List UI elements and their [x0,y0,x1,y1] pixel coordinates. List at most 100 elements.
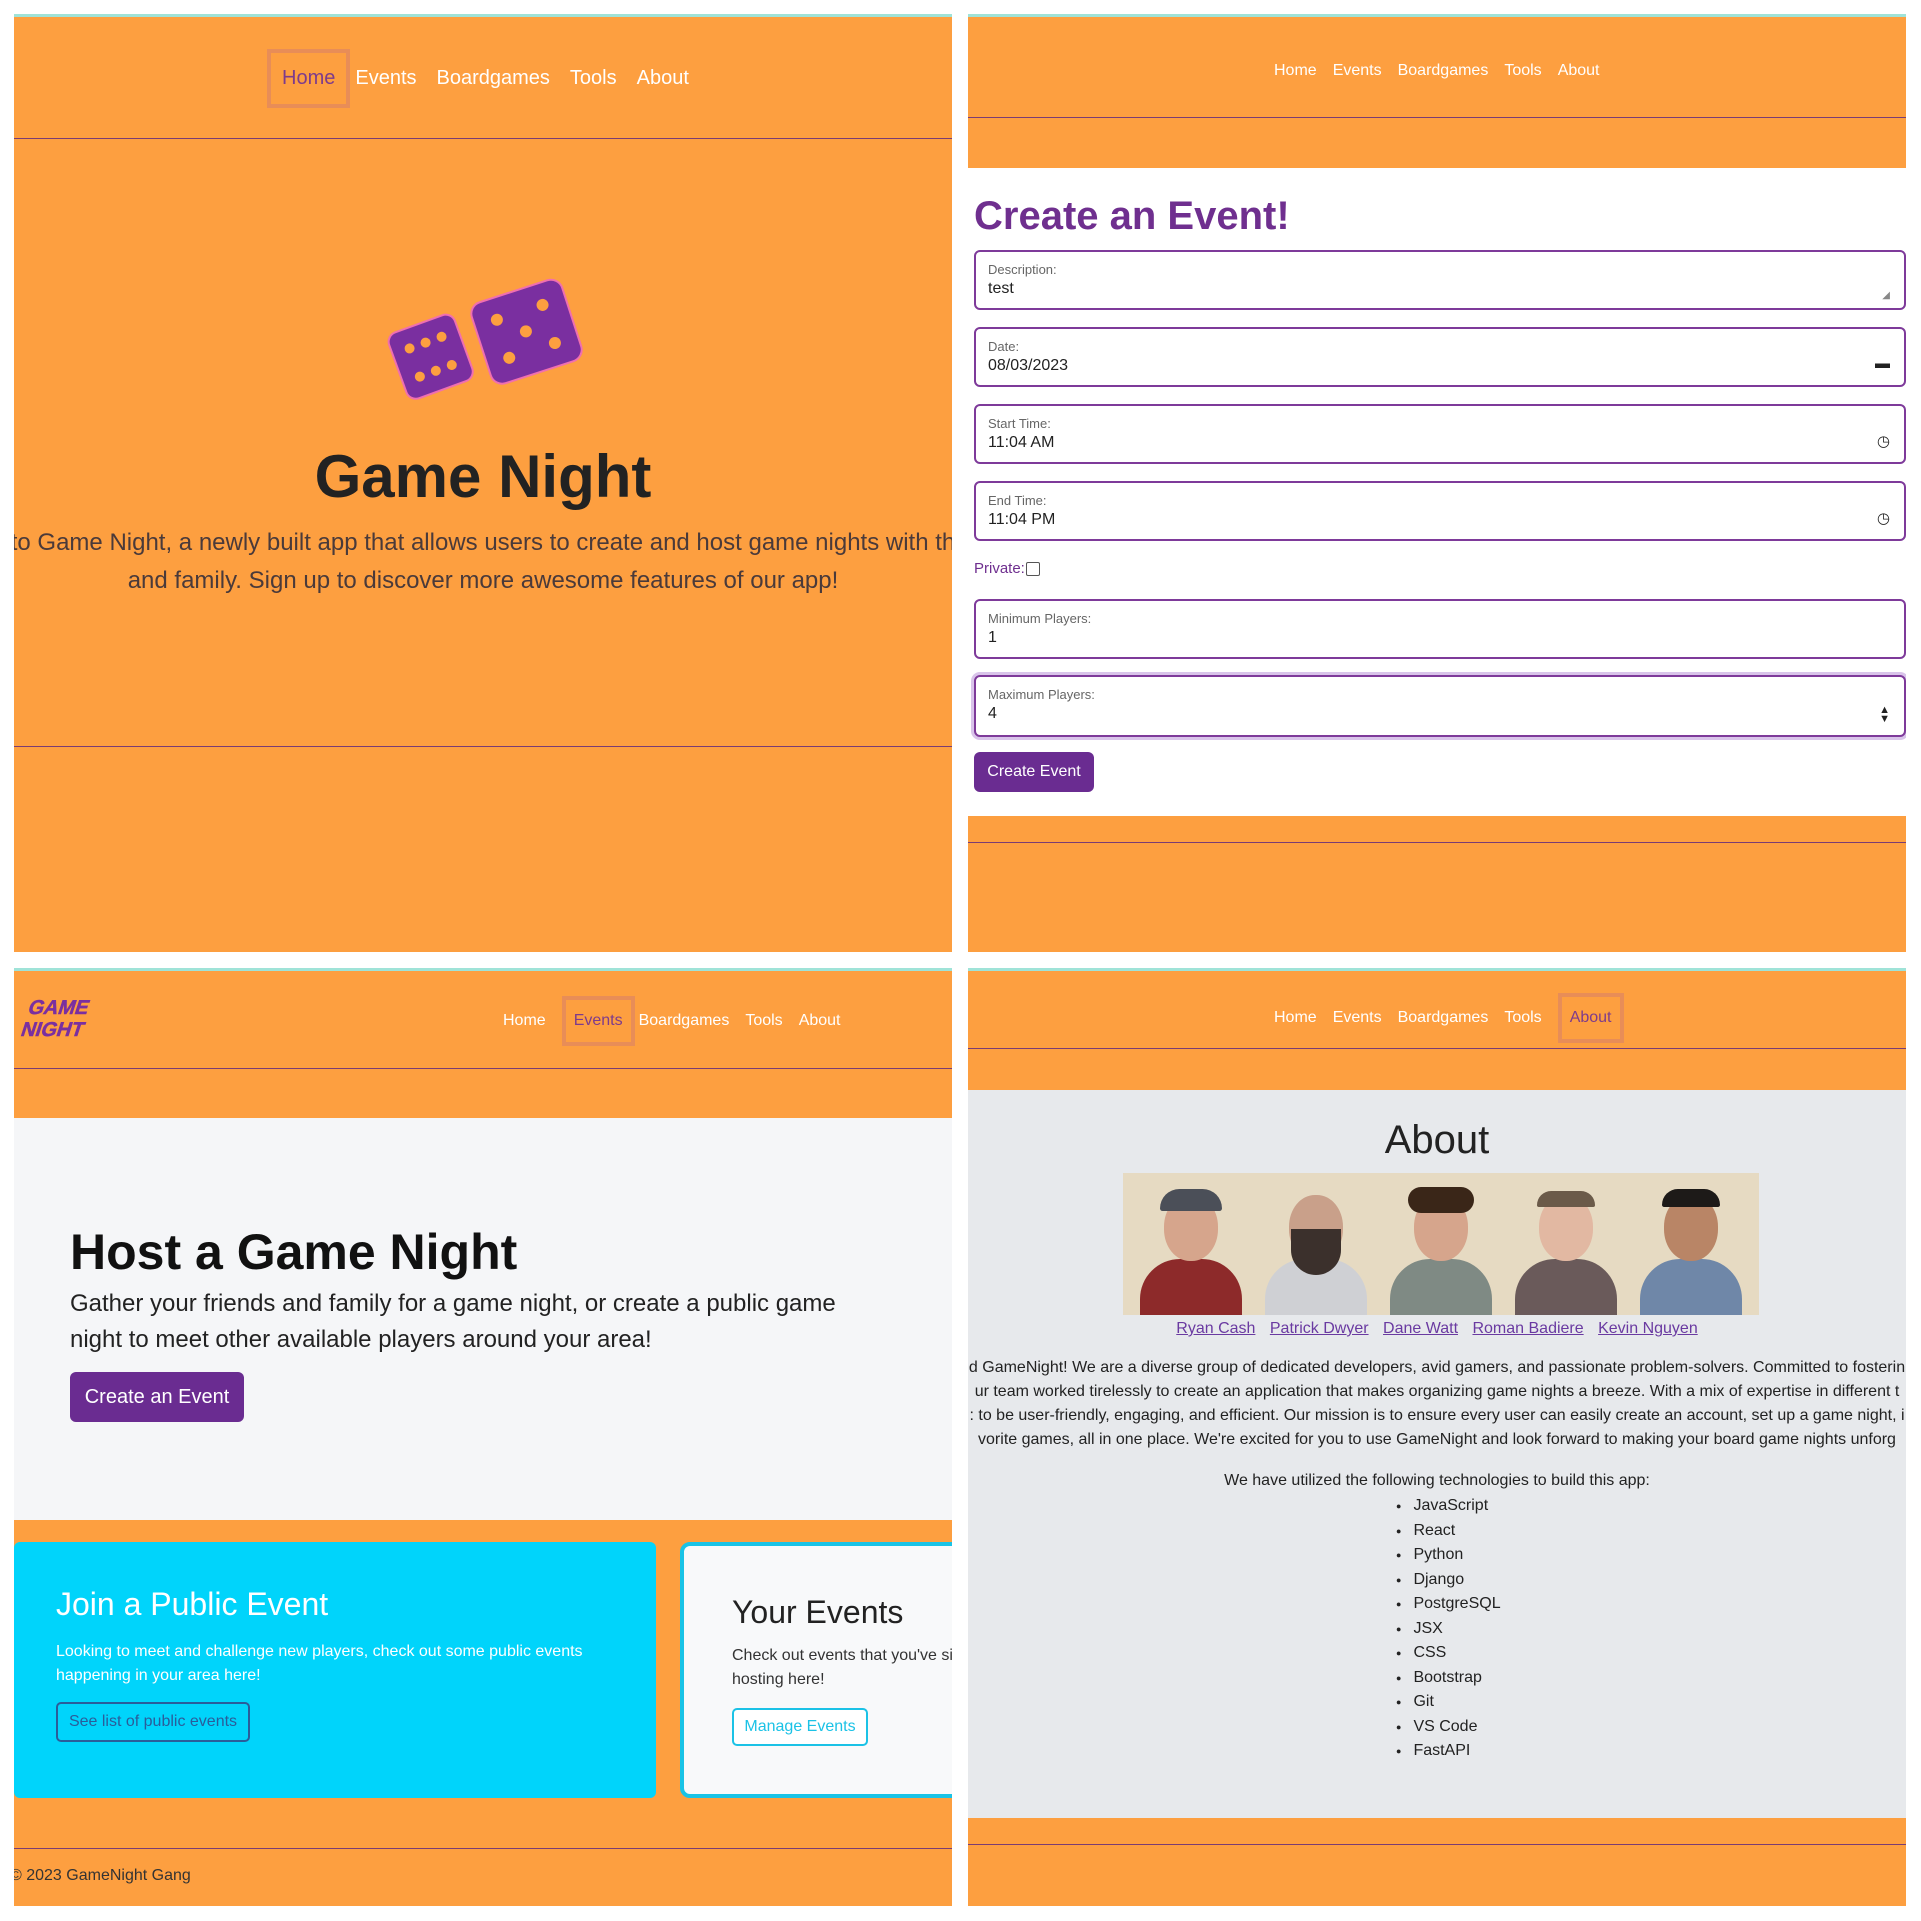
start-time-value[interactable]: 11:04 AM [988,434,1054,452]
your-events-text: Check out events that you've si hosting … [732,1647,952,1688]
nav-about[interactable]: About [1557,993,1624,1043]
nav-home[interactable]: Home [1274,1009,1317,1027]
tech-intro: We have utilized the following technolog… [1224,1472,1650,1489]
about-page-panel: Home Events Boardgames Tools About About [968,968,1906,1906]
start-time-label: Start Time: [988,416,1051,431]
description-label: Description: [988,262,1057,277]
nav-events[interactable]: Events [1333,1009,1382,1027]
team-member-link[interactable]: Dane Watt [1383,1320,1458,1337]
tech-item: Django [1396,1568,1501,1593]
page-title: Game Night [314,443,652,510]
nav-boardgames[interactable]: Boardgames [1398,62,1489,80]
home-page-panel: Home Events Boardgames Tools About Game … [14,14,952,952]
team-member-link[interactable]: Patrick Dwyer [1270,1320,1369,1337]
end-time-label: End Time: [988,493,1047,508]
footer-divider [14,746,952,747]
private-row: Private: [974,560,1040,577]
about-paragraph-line: : to be user-friendly, engaging, and eff… [969,1407,1905,1424]
nav-home[interactable]: Home [503,1012,546,1030]
max-players-field[interactable]: Maximum Players: 4 ▲ ▼ [974,675,1906,737]
navbar: Home Events Boardgames Tools About [1274,56,1616,86]
min-players-value[interactable]: 1 [988,629,997,647]
team-member-link[interactable]: Ryan Cash [1176,1320,1255,1337]
events-page-panel: GAME NIGHT Home Events Boardgames Tools … [14,968,952,1906]
clock-icon[interactable]: ◷ [1877,509,1890,527]
private-label: Private: [974,560,1025,577]
about-paragraph: d GameNight! We are a diverse group of d… [968,1356,1906,1452]
tech-item: Bootstrap [1396,1666,1501,1691]
nav-tools[interactable]: Tools [745,1012,782,1030]
create-an-event-button[interactable]: Create an Event [70,1372,244,1422]
team-member-photo [1636,1181,1746,1315]
nav-tools[interactable]: Tools [1504,1009,1541,1027]
min-players-label: Minimum Players: [988,611,1092,626]
team-member-link[interactable]: Roman Badiere [1472,1320,1583,1337]
about-title: About [1384,1118,1490,1162]
top-accent-line [968,14,1906,17]
form-title: Create an Event! [974,194,1290,238]
game-night-logo[interactable]: GAME NIGHT [18,992,102,1040]
nav-tools[interactable]: Tools [570,67,617,90]
date-label: Date: [988,339,1020,354]
nav-events[interactable]: Events [1333,62,1382,80]
host-text: Gather your friends and family for a gam… [70,1290,836,1353]
footer-divider [14,1848,952,1849]
footer-copyright: © 2023 GameNight Gang [14,1867,191,1884]
manage-events-button[interactable]: Manage Events [732,1708,868,1746]
max-players-value[interactable]: 4 [988,705,997,723]
nav-home[interactable]: Home [267,48,351,108]
about-paragraph-line: vorite games, all in one place. We're ex… [978,1431,1896,1448]
top-accent-line [14,14,952,17]
team-member-link[interactable]: Kevin Nguyen [1598,1320,1698,1337]
end-time-field[interactable]: End Time: 11:04 PM ◷ [974,481,1906,541]
calendar-icon[interactable]: ▬ [1875,355,1890,372]
tech-item: VS Code [1396,1715,1501,1740]
navbar: Home Events Boardgames Tools About [1274,992,1624,1044]
team-member-photo [1136,1181,1246,1315]
description-field[interactable]: Description: test ◢ [974,250,1906,310]
header-divider [968,117,1906,118]
tech-item: JSX [1396,1617,1501,1642]
nav-events[interactable]: Events [561,996,635,1046]
create-event-panel: Home Events Boardgames Tools About Creat… [968,14,1906,952]
description-value[interactable]: test [988,280,1014,298]
create-event-button[interactable]: Create Event [974,752,1094,792]
date-value[interactable]: 08/03/2023 [988,357,1068,375]
footer-divider [968,1844,1906,1845]
nav-about[interactable]: About [637,67,689,90]
start-time-field[interactable]: Start Time: 11:04 AM ◷ [974,404,1906,464]
header-divider [14,138,952,139]
date-field[interactable]: Date: 08/03/2023 ▬ [974,327,1906,387]
tech-item: Python [1396,1543,1501,1568]
see-public-events-button[interactable]: See list of public events [56,1702,250,1742]
min-players-field[interactable]: Minimum Players: 1 [974,599,1906,659]
nav-events[interactable]: Events [355,67,416,90]
team-names: Ryan Cash Patrick Dwyer Dane Watt Roman … [968,1320,1906,1338]
tech-list: JavaScript React Python Django PostgreSQ… [1396,1494,1501,1764]
number-spinner-icon[interactable]: ▲ ▼ [1879,705,1890,725]
host-title: Host a Game Night [70,1224,518,1280]
end-time-value[interactable]: 11:04 PM [988,511,1055,529]
nav-boardgames[interactable]: Boardgames [437,67,550,90]
tech-item: JavaScript [1396,1494,1501,1519]
join-text: Looking to meet and challenge new player… [56,1643,583,1684]
your-events-title: Your Events [732,1594,904,1630]
private-checkbox[interactable] [1025,561,1040,576]
nav-home[interactable]: Home [1274,62,1317,80]
nav-boardgames[interactable]: Boardgames [639,1012,730,1030]
intro-text: to Game Night, a newly built app that al… [14,524,952,600]
team-member-photo [1261,1181,1371,1315]
about-paragraph-line: ur team worked tirelessly to create an a… [974,1383,1900,1400]
nav-tools[interactable]: Tools [1504,62,1541,80]
top-accent-line [968,968,1906,971]
tech-item: React [1396,1519,1501,1544]
clock-icon[interactable]: ◷ [1877,432,1890,450]
nav-about[interactable]: About [1558,62,1600,80]
tech-item: Git [1396,1690,1501,1715]
footer-divider [968,842,1906,843]
nav-boardgames[interactable]: Boardgames [1398,1009,1489,1027]
nav-about[interactable]: About [799,1012,841,1030]
navbar: Home Events Boardgames Tools About [267,48,709,108]
header-divider [14,1068,952,1069]
resize-handle-icon[interactable]: ◢ [1882,290,1890,301]
